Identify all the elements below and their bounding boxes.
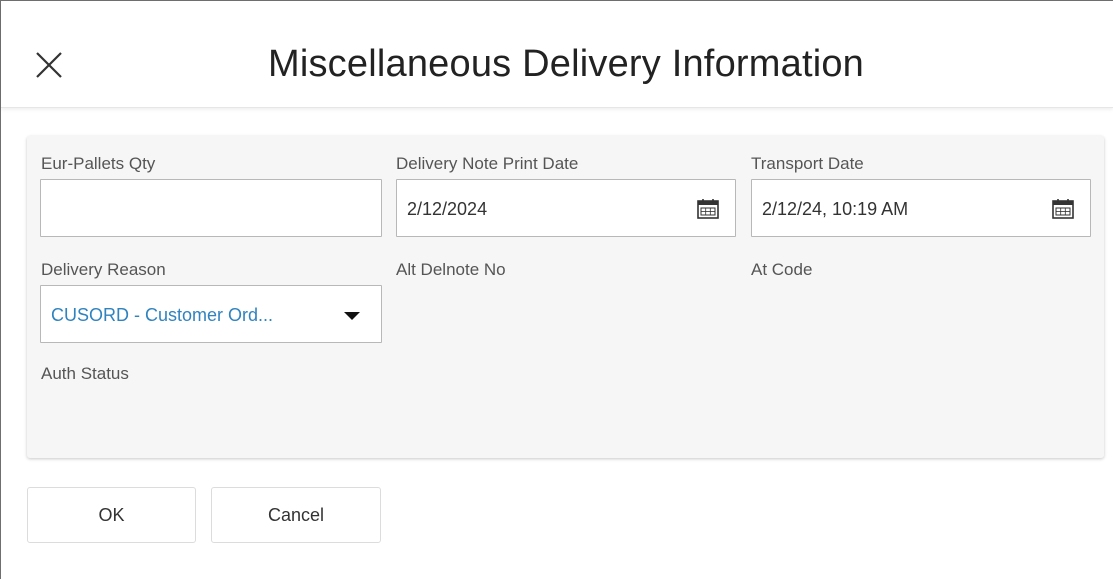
caret-down-icon — [344, 312, 360, 320]
form-panel: Eur-Pallets Qty Delivery Note Print Date… — [27, 136, 1104, 458]
at-code-label: At Code — [751, 260, 813, 279]
delivery-reason-value: CUSORD - Customer Ord... — [51, 305, 274, 325]
delivery-reason-select[interactable]: CUSORD - Customer Ord... — [40, 285, 382, 343]
calendar-icon[interactable] — [697, 199, 719, 219]
eur-pallets-qty-input[interactable] — [40, 179, 382, 237]
calendar-icon[interactable] — [1052, 199, 1074, 219]
delivery-note-print-date-input[interactable]: 2/12/2024 — [396, 179, 736, 237]
dialog-title: Miscellaneous Delivery Information — [267, 42, 865, 85]
dialog-title-wrap: Miscellaneous Delivery Information — [0, 0, 1112, 128]
alt-delnote-no-label: Alt Delnote No — [396, 260, 506, 279]
cancel-button[interactable]: Cancel — [211, 487, 381, 543]
eur-pallets-qty-label: Eur-Pallets Qty — [41, 154, 156, 173]
delivery-note-print-date-label: Delivery Note Print Date — [396, 154, 579, 173]
delivery-reason-label: Delivery Reason — [41, 260, 166, 279]
delivery-note-print-date-value: 2/12/2024 — [407, 199, 488, 219]
transport-date-label: Transport Date — [751, 154, 864, 173]
transport-date-value: 2/12/24, 10:19 AM — [762, 199, 909, 219]
ok-button[interactable]: OK — [27, 487, 196, 543]
auth-status-label: Auth Status — [41, 364, 129, 383]
transport-date-input[interactable]: 2/12/24, 10:19 AM — [751, 179, 1091, 237]
